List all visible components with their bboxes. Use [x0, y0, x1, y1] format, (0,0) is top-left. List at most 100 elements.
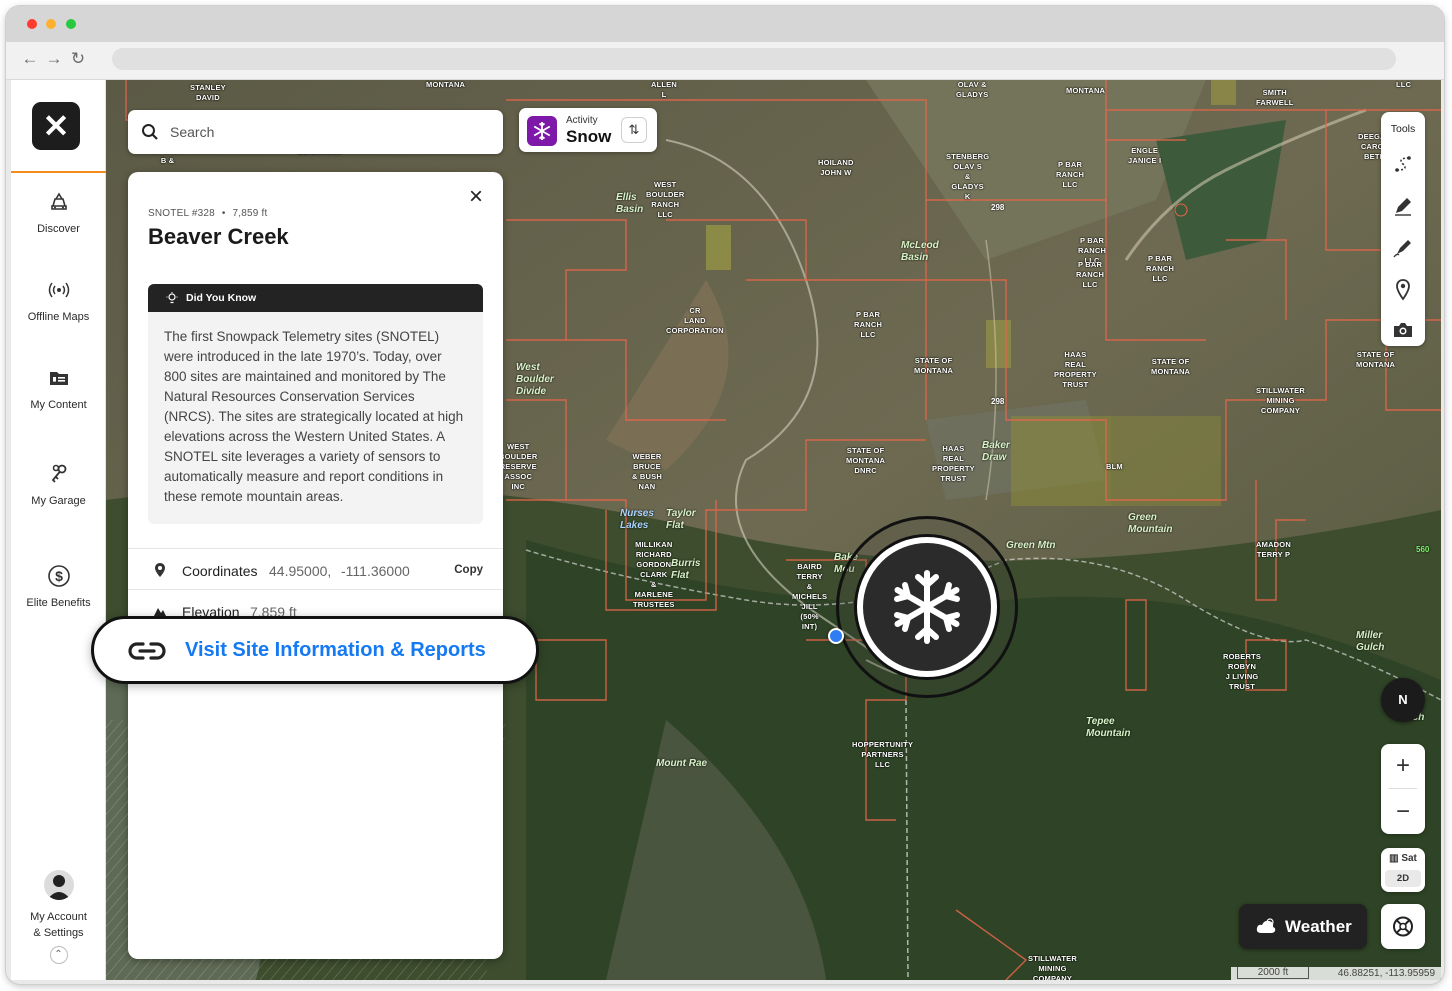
account-label-line2: & Settings	[33, 927, 84, 939]
parcel-owner-label: ROBERTS ROBYN J LIVING TRUST	[1223, 652, 1262, 691]
pencil-icon[interactable]	[1391, 194, 1415, 218]
location-pin-icon	[155, 563, 165, 577]
parcel-owner-label: STATE OF MONTANA	[1356, 350, 1396, 369]
address-bar[interactable]	[112, 48, 1396, 70]
layer-mode-label: 2D	[1385, 870, 1421, 887]
crosshair-icon	[1393, 916, 1413, 937]
logo-accent-line	[11, 171, 106, 173]
activity-selector[interactable]: Activity Snow ⇅	[519, 108, 657, 152]
map-place-label: Green Mountain	[1128, 512, 1173, 535]
forward-arrow-icon[interactable]: →	[44, 49, 64, 69]
page-title: Beaver Creek	[148, 224, 289, 249]
back-arrow-icon[interactable]: ←	[20, 49, 40, 69]
keys-icon	[51, 464, 66, 483]
app-area: STANLEY DAVID MONTANA ALLEN L OLAV & GLADYS…	[11, 80, 1441, 980]
snowflake-icon	[533, 122, 551, 140]
close-icon[interactable]: ×	[465, 185, 487, 209]
sidebar-item-label: My Garage	[31, 495, 86, 507]
sidebar-item-my-content[interactable]: My Content	[11, 366, 106, 412]
sidebar-item-my-garage[interactable]: My Garage	[11, 462, 106, 508]
parcel-owner-label: BLM	[1106, 462, 1123, 471]
parcel-owner-label: P BAR RANCH LLC	[1076, 260, 1105, 289]
reload-icon[interactable]: ↻	[68, 49, 88, 69]
offline-maps-icon	[48, 282, 69, 298]
parcel-owner-label: ENGLE JANICE I	[1128, 146, 1162, 165]
search-input[interactable]: Search	[170, 124, 214, 140]
locate-me-button[interactable]	[1381, 904, 1425, 949]
visit-site-link[interactable]: Visit Site Information & Reports	[91, 616, 539, 684]
sidebar-item-label: Discover	[37, 223, 80, 235]
site-detail-panel: × SNOTEL #328 • 7,859 ft Beaver Creek Di…	[128, 172, 503, 959]
activity-value: Snow	[566, 127, 612, 146]
zoom-in-button[interactable]: +	[1381, 744, 1425, 788]
marker-pen-icon[interactable]	[1391, 236, 1415, 260]
title-bar	[6, 6, 1444, 42]
map-place-label: Ellis Basin	[616, 192, 644, 215]
map-place-label: Taylor Flat	[666, 508, 696, 531]
parcel-owner-label: MONTANA	[1066, 86, 1106, 95]
copy-coordinates-button[interactable]: Copy	[454, 564, 483, 576]
layer-type-value: Sat	[1401, 853, 1417, 864]
parcel-owner-label: CR LAND CORPORATION	[666, 306, 724, 335]
sidebar-item-discover[interactable]: Discover	[11, 190, 106, 236]
browser-nav-bar: ← → ↻	[6, 42, 1444, 80]
snotel-site-marker[interactable]	[836, 516, 1018, 698]
weather-label: Weather	[1285, 917, 1352, 936]
weather-cloud-icon	[1256, 918, 1276, 933]
tools-panel: Tools	[1381, 112, 1425, 346]
parcel-owner-label: WEST BOULDER RANCH LLC	[646, 180, 685, 219]
pin-icon[interactable]	[1391, 278, 1415, 302]
maximize-window-button[interactable]	[66, 19, 76, 29]
parcel-owner-label: ALLEN L	[651, 80, 677, 99]
folder-icon	[49, 372, 68, 385]
map-place-label: 298	[991, 203, 1005, 212]
map-place-label: 298	[991, 397, 1005, 406]
did-you-know-header: Did You Know	[148, 284, 483, 312]
link-icon	[128, 642, 166, 660]
dollar-icon: $	[47, 565, 70, 587]
map-place-label: West Boulder Divide	[516, 362, 554, 397]
visit-site-link-label[interactable]: Visit Site Information & Reports	[185, 639, 486, 662]
avatar	[43, 870, 74, 900]
sidebar-item-label: Offline Maps	[27, 311, 90, 323]
scale-distance: 2000 ft	[1237, 967, 1309, 979]
parcel-owner-label: STILLWATER MINING COMPANY	[1256, 386, 1305, 415]
search-bar[interactable]: Search	[128, 110, 503, 154]
browser-window: ← → ↻ STANLEY DAVID MONTANA ALLEN L OLAV…	[6, 6, 1444, 984]
sidebar-item-offline-maps[interactable]: Offline Maps	[11, 278, 106, 324]
parcel-owner-label: STATE OF MONTANA DNRC	[846, 446, 886, 475]
parcel-owner-label: WEST BOULDER RESERVE ASSOC INC	[499, 442, 538, 491]
parcel-owner-label: HAAS REAL PROPERTY TRUST	[932, 444, 975, 483]
close-window-button[interactable]	[27, 19, 37, 29]
map-place-label: Nurses Lakes	[620, 508, 654, 531]
tools-title: Tools	[1390, 123, 1416, 135]
map-place-label: Tepee Mountain	[1086, 716, 1131, 739]
parcel-owner-label: LLC	[1396, 80, 1412, 89]
compass-button[interactable]: N	[1381, 678, 1425, 722]
parcel-owner-label: STATE OF MONTANA	[914, 356, 954, 375]
app-logo-icon[interactable]: ✕	[32, 102, 80, 150]
compass-north-label: N	[1398, 692, 1408, 707]
parcel-owner-label: BAIRD TERRY & MICHELS JILL (50% INT)	[792, 562, 828, 631]
map-layer-icon: ▥	[1389, 853, 1402, 864]
map-layer-toggle[interactable]: ▥ Sat 2D	[1381, 848, 1425, 892]
chevron-up-icon[interactable]: ⌃	[49, 946, 68, 964]
zoom-out-button[interactable]: −	[1381, 790, 1425, 834]
camera-icon[interactable]	[1391, 318, 1415, 342]
filter-sliders-icon[interactable]: ⇅	[621, 117, 647, 143]
parcel-owner-label: MILLIKAN RICHARD GORDON CLARK & MARLENE …	[633, 540, 675, 609]
parcel-owner-label: STENBERG OLAV S & GLADYS K	[946, 152, 990, 201]
weather-button[interactable]: Weather	[1239, 904, 1367, 949]
parcel-owner-label: HOPPERTUNITY PARTNERS LLC	[852, 740, 914, 769]
map-place-label: Baker Draw	[982, 440, 1010, 463]
lightbulb-icon	[166, 292, 178, 304]
did-you-know-body: The first Snowpack Telemetry sites (SNOT…	[164, 329, 464, 504]
route-icon[interactable]	[1391, 152, 1415, 176]
parcel-owner-label: WEBER BRUCE & BUSH NAN	[632, 452, 662, 491]
site-meta: SNOTEL #328 • 7,859 ft	[148, 208, 268, 219]
sidebar-item-account[interactable]: My Account & Settings ⌃	[11, 870, 106, 964]
parcel-owner-label: P BAR RANCH LLC	[1146, 254, 1175, 283]
activity-badge	[527, 116, 557, 146]
sidebar-item-elite-benefits[interactable]: $ Elite Benefits	[11, 564, 106, 610]
minimize-window-button[interactable]	[46, 19, 56, 29]
